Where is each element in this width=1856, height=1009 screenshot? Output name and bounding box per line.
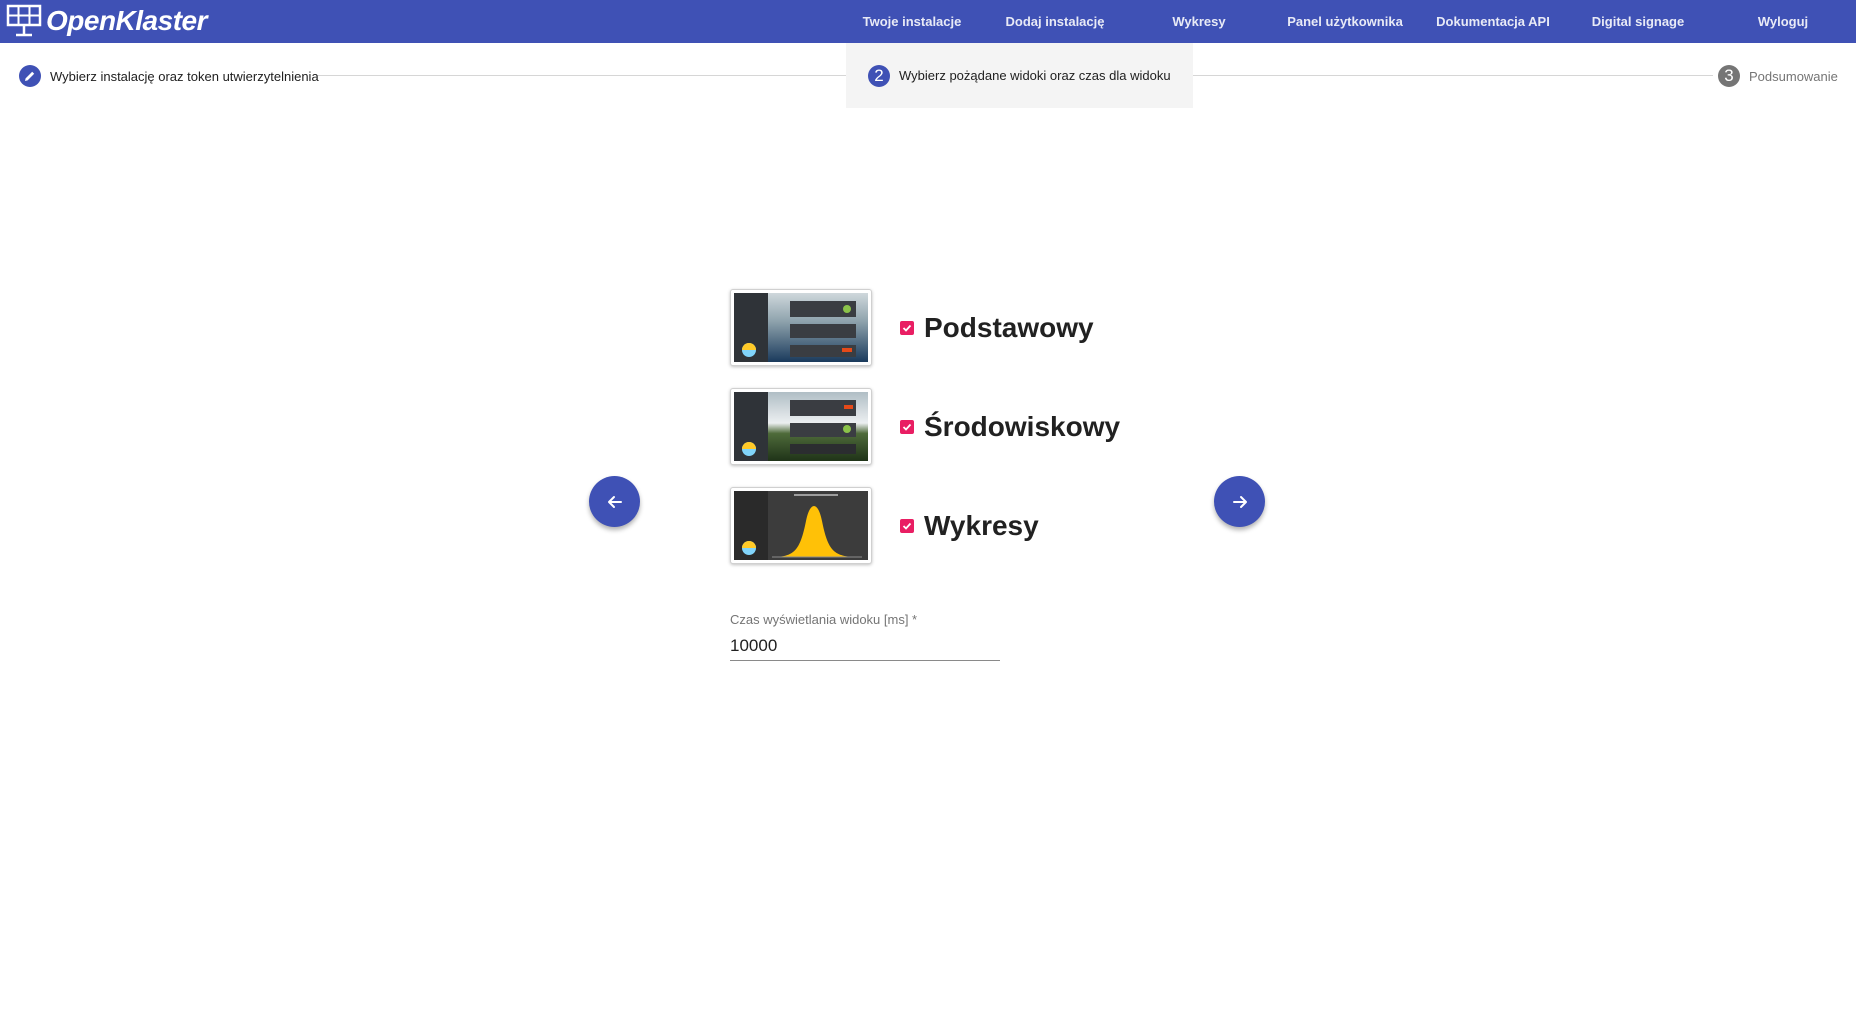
step-3-number: 3	[1718, 65, 1740, 87]
display-time-label: Czas wyświetlania widoku [ms] *	[730, 612, 918, 627]
environmental-view-checkbox[interactable]	[900, 419, 914, 434]
view-option-basic: Podstawowy	[730, 289, 1094, 366]
basic-view-thumbnail[interactable]	[730, 289, 872, 366]
view-option-environmental: Środowiskowy	[730, 388, 1120, 465]
top-app-bar: OpenKlaster Twoje instalacje Dodaj insta…	[0, 0, 1856, 43]
view-option-charts: Wykresy	[730, 487, 1039, 564]
basic-view-label: Podstawowy	[924, 311, 1094, 343]
check-icon	[902, 423, 912, 431]
stepper: Wybierz instalację oraz token utwierzyte…	[0, 43, 1856, 109]
brand-name: OpenKlaster	[46, 5, 208, 36]
charts-view-thumbnail[interactable]	[730, 487, 872, 564]
step-1[interactable]: Wybierz instalację oraz token utwierzyte…	[19, 43, 319, 109]
pencil-icon	[19, 65, 41, 87]
step-connector	[316, 75, 846, 76]
back-button[interactable]	[589, 476, 640, 527]
charts-view-preview	[734, 491, 868, 560]
nav-your-installations[interactable]: Twoje instalacje	[863, 0, 962, 43]
solar-panel-icon	[6, 4, 42, 37]
charts-view-checkbox[interactable]	[900, 518, 914, 533]
charts-view-label: Wykresy	[924, 509, 1039, 541]
arrow-left-icon	[607, 495, 622, 508]
nav-add-installation[interactable]: Dodaj instalację	[1006, 0, 1105, 43]
step-2-number: 2	[868, 64, 890, 87]
logo[interactable]: OpenKlaster	[6, 3, 208, 39]
display-time-field: Czas wyświetlania widoku [ms] *	[730, 612, 1000, 661]
step-3[interactable]: 3 Podsumowanie	[1718, 43, 1838, 109]
nav-api-docs[interactable]: Dokumentacja API	[1436, 0, 1550, 43]
check-icon	[902, 324, 912, 332]
step-connector	[1167, 75, 1713, 76]
next-button[interactable]	[1214, 476, 1265, 527]
nav-charts[interactable]: Wykresy	[1172, 0, 1225, 43]
nav-digital-signage[interactable]: Digital signage	[1592, 0, 1684, 43]
display-time-input[interactable]	[730, 632, 1000, 661]
step-2-label: Wybierz pożądane widoki oraz czas dla wi…	[899, 68, 1171, 83]
step-1-label: Wybierz instalację oraz token utwierzyte…	[50, 68, 319, 84]
basic-view-checkbox[interactable]	[900, 320, 914, 335]
step-2[interactable]: 2 Wybierz pożądane widoki oraz czas dla …	[846, 43, 1193, 108]
environmental-view-thumbnail[interactable]	[730, 388, 872, 465]
step-3-label: Podsumowanie	[1749, 68, 1838, 84]
nav-user-panel[interactable]: Panel użytkownika	[1287, 0, 1403, 43]
environmental-view-label: Środowiskowy	[924, 410, 1121, 442]
arrow-right-icon	[1232, 495, 1247, 508]
basic-view-preview	[734, 293, 868, 362]
environmental-view-preview	[734, 392, 868, 461]
check-icon	[902, 522, 912, 530]
nav-logout[interactable]: Wyloguj	[1758, 0, 1808, 43]
